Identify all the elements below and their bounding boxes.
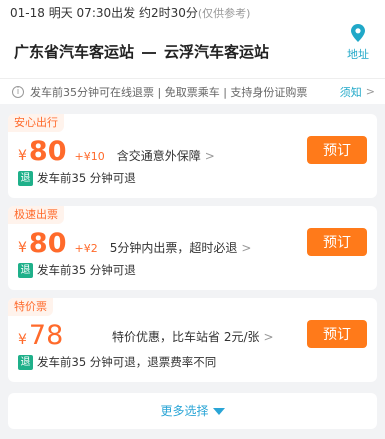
description-text: 5分钟内出票，超时必退 xyxy=(109,241,238,255)
caret-down-icon xyxy=(212,408,225,415)
service-notice-text: 发车前35分钟可在线退票 | 免取票乘车 | 支持身份证购票 xyxy=(30,85,308,99)
book-button[interactable]: 预订 xyxy=(307,228,367,256)
ticket-price: 78 xyxy=(28,320,64,351)
location-pin-icon xyxy=(351,24,365,42)
info-icon: i xyxy=(12,85,24,98)
refund-text: 发车前35 分钟可退 xyxy=(37,171,136,185)
trip-date: 01-18 xyxy=(10,6,45,20)
chevron-right-icon: > xyxy=(365,85,375,98)
departure-time: 07:30出发 xyxy=(76,6,136,20)
currency-symbol: ¥ xyxy=(18,240,27,256)
currency-symbol: ¥ xyxy=(18,332,27,348)
currency-symbol: ¥ xyxy=(18,148,27,164)
route: 广东省汽车客运站 云浮汽车客运站 xyxy=(14,42,269,62)
duration-note: (仅供参考) xyxy=(197,7,251,20)
to-station: 云浮汽车客运站 xyxy=(164,43,270,61)
ticket-tag: 特价票 xyxy=(8,298,53,316)
refund-badge: 退 xyxy=(18,354,33,370)
route-arrow xyxy=(142,51,157,54)
description-text: 特价优惠，比车站省 2元/张 xyxy=(112,330,260,344)
service-notice-bar[interactable]: i 发车前35分钟可在线退票 | 免取票乘车 | 支持身份证购票 须知 > xyxy=(0,78,385,104)
refund-policy: 退 发车前35 分钟可退 xyxy=(18,170,136,186)
ticket-description[interactable]: 5分钟内出票，超时必退 > xyxy=(110,239,252,256)
price-row: ¥ 78 xyxy=(18,320,64,351)
refund-badge: 退 xyxy=(18,262,33,278)
price-row: ¥ 80 +¥2 5分钟内出票，超时必退 > xyxy=(18,228,252,259)
more-options-button[interactable]: 更多选择 xyxy=(8,393,377,429)
more-options-label: 更多选择 xyxy=(160,404,209,418)
ticket-option-fast-issue[interactable]: 极速出票 ¥ 80 +¥2 5分钟内出票，超时必退 > 退 发车前35 分钟可退 … xyxy=(8,206,377,290)
ticket-price: 80 xyxy=(28,136,67,167)
ticket-tag: 安心出行 xyxy=(8,114,64,132)
ticket-description[interactable]: 含交通意外保障 > xyxy=(117,147,215,164)
description-text: 含交通意外保障 xyxy=(116,149,201,163)
from-station: 广东省汽车客运站 xyxy=(14,43,135,61)
refund-text: 发车前35 分钟可退，退票费率不同 xyxy=(37,355,217,369)
ticket-tag: 极速出票 xyxy=(8,206,64,224)
refund-badge: 退 xyxy=(18,170,33,186)
trip-duration: 约2时30分 xyxy=(138,6,198,20)
trip-header: 01-18 明天 07:30出发 约2时30分(仅供参考) 广东省汽车客运站 云浮… xyxy=(0,0,385,78)
book-button[interactable]: 预订 xyxy=(307,320,367,348)
address-button[interactable]: 地址 xyxy=(343,24,373,62)
chevron-right-icon: > xyxy=(241,241,252,255)
extra-fee: +¥2 xyxy=(74,242,98,255)
extra-fee: +¥10 xyxy=(74,150,105,163)
trip-weekday: 明天 xyxy=(48,6,73,20)
trip-schedule: 01-18 明天 07:30出发 约2时30分(仅供参考) xyxy=(10,0,250,26)
ticket-description[interactable]: 特价优惠，比车站省 2元/张 > xyxy=(112,328,274,345)
ticket-option-special-price[interactable]: 特价票 ¥ 78 特价优惠，比车站省 2元/张 > 退 发车前35 分钟可退，退票… xyxy=(8,298,377,382)
ticket-price: 80 xyxy=(28,228,67,259)
ticket-option-safe-travel[interactable]: 安心出行 ¥ 80 +¥10 含交通意外保障 > 退 发车前35 分钟可退 预订 xyxy=(8,114,377,198)
address-label: 地址 xyxy=(347,48,369,61)
chevron-right-icon: > xyxy=(204,149,215,163)
book-button[interactable]: 预订 xyxy=(307,136,367,164)
chevron-right-icon: > xyxy=(263,330,274,344)
refund-policy: 退 发车前35 分钟可退 xyxy=(18,262,136,278)
refund-text: 发车前35 分钟可退 xyxy=(37,263,136,277)
rules-link[interactable]: 须知 xyxy=(340,84,362,100)
refund-policy: 退 发车前35 分钟可退，退票费率不同 xyxy=(18,354,216,370)
price-row: ¥ 80 +¥10 含交通意外保障 > xyxy=(18,136,215,167)
